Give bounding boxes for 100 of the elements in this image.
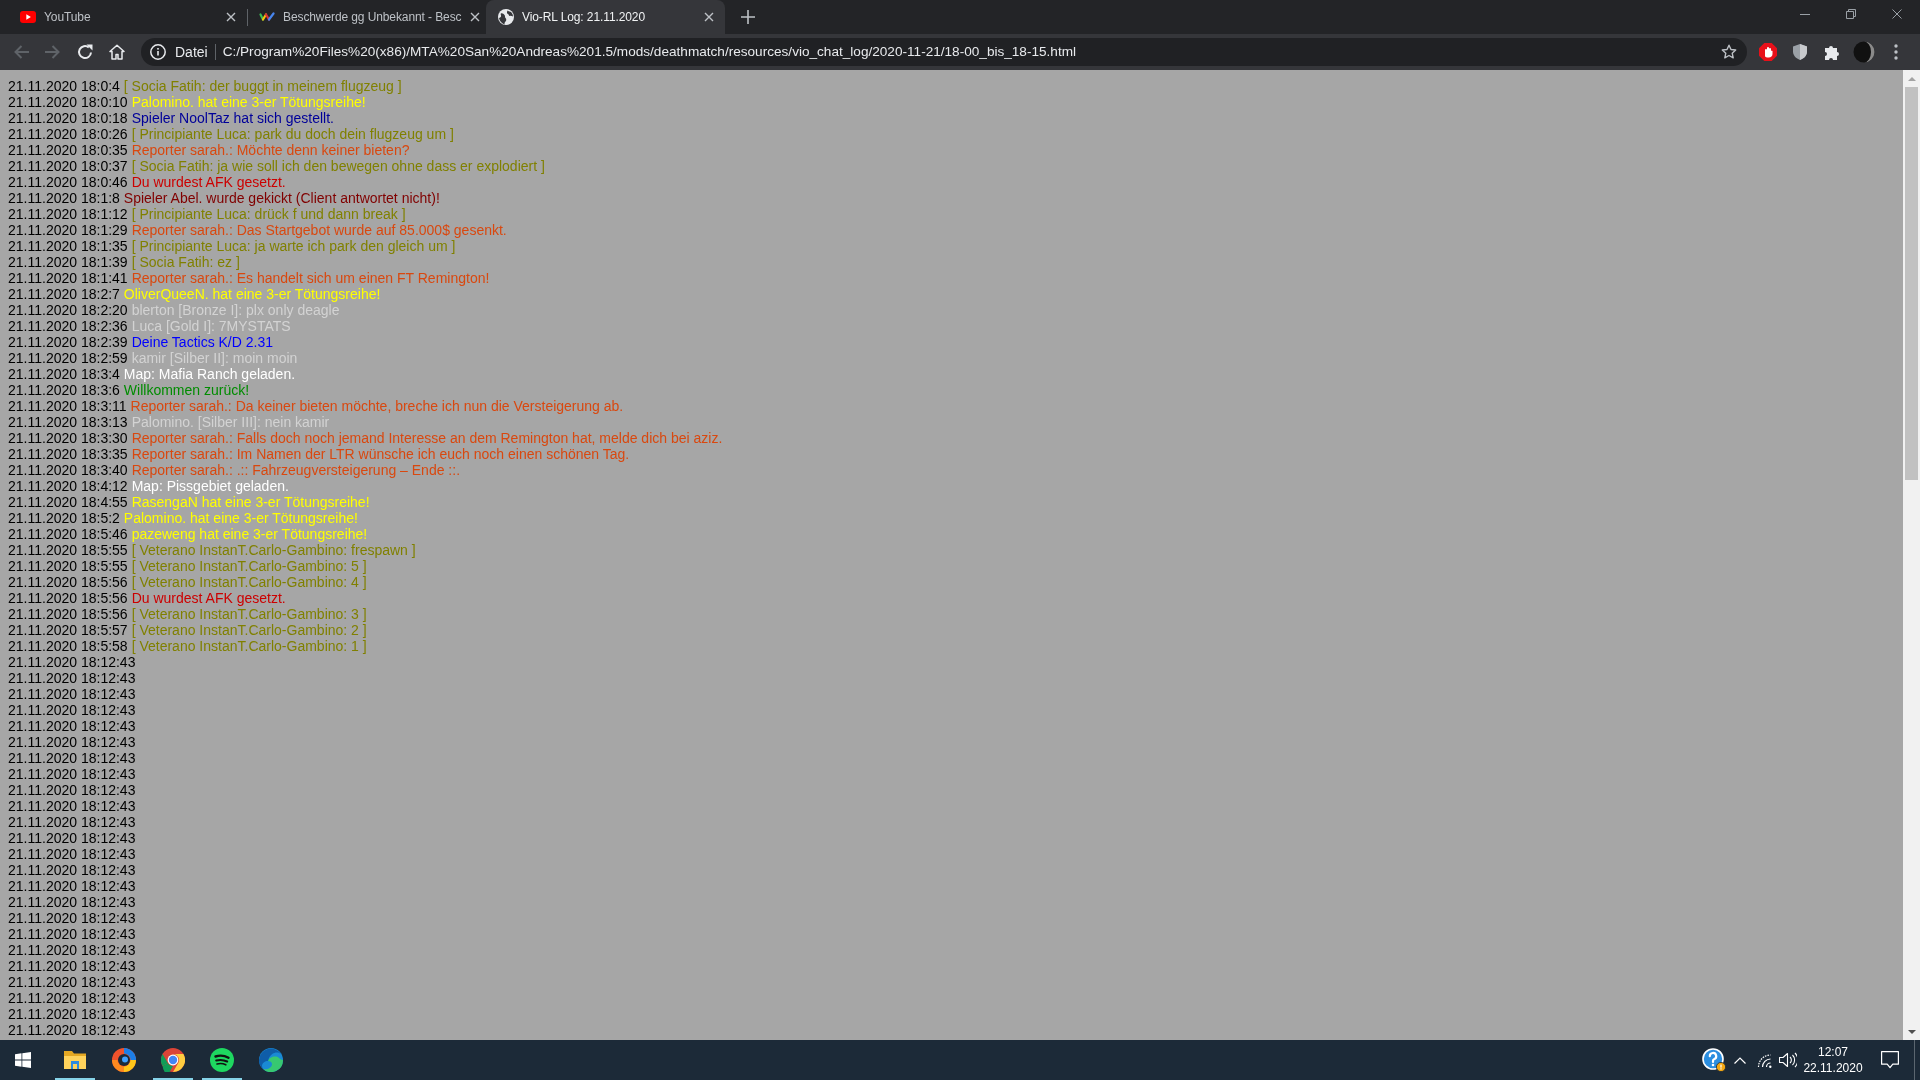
log-timestamp: 21.11.2020 18:5:55 (8, 542, 128, 558)
close-icon[interactable] (470, 12, 481, 22)
log-timestamp: 21.11.2020 18:2:59 (8, 350, 128, 366)
log-timestamp: 21.11.2020 18:3:40 (8, 462, 128, 478)
log-message: Map: Mafia Ranch geladen. (123, 366, 296, 382)
log-timestamp: 21.11.2020 18:5:55 (8, 558, 128, 574)
log-timestamp: 21.11.2020 18:3:6 (8, 382, 120, 398)
log-timestamp: 21.11.2020 18:12:43 (8, 718, 136, 734)
log-timestamp: 21.11.2020 18:0:4 (8, 78, 120, 94)
speech-bubble-icon[interactable] (1881, 1051, 1899, 1069)
play-icon (20, 11, 36, 23)
log-timestamp: 21.11.2020 18:5:56 (8, 574, 128, 590)
log-message: Reporter sarah.: Falls doch noch jemand Interesse an dem Remington hat, melde dich bei aziz. (131, 430, 723, 446)
log-timestamp: 21.11.2020 18:1:35 (8, 238, 128, 254)
log-message: Reporter sarah.: Es handelt sich um einen FT Remington! (131, 270, 490, 286)
browser-tab[interactable]: YouTube (8, 0, 247, 34)
log-timestamp: 21.11.2020 18:2:36 (8, 318, 128, 334)
log-message: [ Veterano InstanT.Carlo-Gambino: frespawn ] (131, 542, 416, 558)
log-timestamp: 21.11.2020 18:5:2 (8, 510, 120, 526)
avatar-icon[interactable] (1853, 41, 1875, 63)
globe-icon (498, 9, 514, 25)
log-message: Reporter sarah.: Im Namen der LTR wünsche ich euch noch einen schönen Tag. (131, 446, 630, 462)
log-timestamp: 21.11.2020 18:1:39 (8, 254, 128, 270)
log-timestamp: 21.11.2020 18:12:43 (8, 942, 136, 958)
log-timestamp: 21.11.2020 18:5:57 (8, 622, 128, 638)
log-message: [ Socia Fatih: ja wie soll ich den bewegen ohne dass er explodiert ] (131, 158, 545, 174)
log-timestamp: 21.11.2020 18:12:43 (8, 782, 136, 798)
close-icon[interactable] (226, 12, 236, 22)
log-timestamp: 21.11.2020 18:12:43 (8, 910, 136, 926)
color-wheel-icon (160, 1048, 185, 1072)
log-timestamp: 21.11.2020 18:12:43 (8, 1022, 136, 1038)
log-timestamp: 21.11.2020 18:0:10 (8, 94, 128, 110)
log-message: [ Principiante Luca: park du doch dein flugzeug um ] (131, 126, 454, 142)
log-timestamp: 21.11.2020 18:12:43 (8, 766, 136, 782)
log-message: pazeweng hat eine 3-er Tötungsreihe! (131, 526, 368, 542)
log-timestamp: 21.11.2020 18:3:30 (8, 430, 128, 446)
log-timestamp: 21.11.2020 18:2:20 (8, 302, 128, 318)
taskbar-clock[interactable]: 12:07 22.11.2020 (1800, 1040, 1866, 1080)
new-tab-icon[interactable] (741, 10, 755, 24)
log-message: Reporter sarah.: .:: Fahrzeugversteigerung – Ende ::. (131, 462, 461, 478)
scrollbar[interactable] (1903, 70, 1920, 1040)
scrollbar-thumb[interactable] (1905, 87, 1918, 480)
browser-tab[interactable]: Vio-RL Log: 21.11.2020 (486, 0, 725, 34)
help-icon[interactable] (1702, 1048, 1726, 1072)
log-timestamp: 21.11.2020 18:3:35 (8, 446, 128, 462)
browser-tab[interactable]: Beschwerde gg Unbekannt - Besc (247, 0, 486, 34)
log-timestamp: 21.11.2020 18:3:13 (8, 414, 128, 430)
log-message: Reporter sarah.: Da keiner bieten möchte, breche ich nun die Versteigerung ab. (130, 398, 624, 414)
site-info-button[interactable]: Datei (150, 41, 208, 63)
log-timestamp: 21.11.2020 18:1:8 (8, 190, 120, 206)
close-icon[interactable] (1892, 9, 1902, 19)
log-message: [ Socia Fatih: ez ] (131, 254, 240, 270)
hand-icon[interactable] (1759, 43, 1777, 61)
swirl-icon (258, 1048, 283, 1072)
log-timestamp: 21.11.2020 18:5:56 (8, 590, 128, 606)
log-timestamp: 21.11.2020 18:12:43 (8, 926, 136, 942)
log-timestamp: 21.11.2020 18:12:43 (8, 654, 136, 670)
speaker-icon[interactable] (1779, 1052, 1797, 1068)
log-message: Map: Pissgebiet geladen. (131, 478, 289, 494)
log-message: Reporter sarah.: Möchte denn keiner bieten? (131, 142, 410, 158)
shield-icon[interactable] (1793, 44, 1807, 60)
log-timestamp: 21.11.2020 18:12:43 (8, 686, 136, 702)
puzzle-icon[interactable] (1824, 44, 1840, 60)
log-timestamp: 21.11.2020 18:12:43 (8, 846, 136, 862)
log-timestamp: 21.11.2020 18:3:11 (8, 398, 127, 414)
home-icon[interactable] (109, 44, 125, 60)
minimize-icon[interactable] (1800, 13, 1810, 15)
log-message: RasengaN hat eine 3-er Tötungsreihe! (131, 494, 370, 510)
log-timestamp: 21.11.2020 18:12:43 (8, 878, 136, 894)
log-message: [ Principiante Luca: ja warte ich park den gleich um ] (131, 238, 456, 254)
log-timestamp: 21.11.2020 18:2:7 (8, 286, 120, 302)
log-timestamp: 21.11.2020 18:3:4 (8, 366, 120, 382)
log-message: [ Veterano InstanT.Carlo-Gambino: 3 ] (131, 606, 367, 622)
log-timestamp: 21.11.2020 18:0:18 (8, 110, 128, 126)
chevron-up-icon[interactable] (1734, 1056, 1746, 1064)
ring-icon (111, 1048, 136, 1072)
log-timestamp: 21.11.2020 18:12:43 (8, 958, 136, 974)
log-timestamp: 21.11.2020 18:0:35 (8, 142, 128, 158)
log-message: Reporter sarah.: Das Startgebot wurde auf 85.000$ gesenkt. (131, 222, 507, 238)
log-timestamp: 21.11.2020 18:0:37 (8, 158, 128, 174)
log-timestamp: 21.11.2020 18:12:43 (8, 974, 136, 990)
restore-icon[interactable] (1846, 9, 1856, 19)
triangle-down-icon[interactable] (1907, 1029, 1916, 1034)
reload-icon[interactable] (77, 44, 93, 60)
close-icon[interactable] (704, 12, 714, 22)
log-timestamp: 21.11.2020 18:1:12 (8, 206, 128, 222)
log-timestamp: 21.11.2020 18:12:43 (8, 894, 136, 910)
windows-logo-icon[interactable] (15, 1052, 31, 1068)
address-field[interactable]: Datei C:/Program%20Files%20(x86)/MTA%20San%20Andreas%201.5/mods/deathmatch/resources/vio_chat_log/2020-11-21/18-00_bis_18-15.html (141, 38, 1747, 66)
log-timestamp: 21.11.2020 18:5:56 (8, 606, 128, 622)
wifi-icon[interactable] (1756, 1052, 1772, 1068)
log-message: Du wurdest AFK gesetzt. (131, 174, 286, 190)
log-timestamp: 21.11.2020 18:12:43 (8, 1006, 136, 1022)
log-timestamp: 21.11.2020 18:5:46 (8, 526, 128, 542)
log-message: Spieler Abel. wurde gekickt (Client antwortet nicht)! (123, 190, 440, 206)
log-message: Palomino. hat eine 3-er Tötungsreihe! (131, 94, 366, 110)
log-message: Palomino. hat eine 3-er Tötungsreihe! (123, 510, 358, 526)
folder-icon (62, 1049, 87, 1071)
bookmark-star-icon[interactable] (1721, 44, 1737, 60)
menu-icon[interactable] (1894, 44, 1898, 60)
